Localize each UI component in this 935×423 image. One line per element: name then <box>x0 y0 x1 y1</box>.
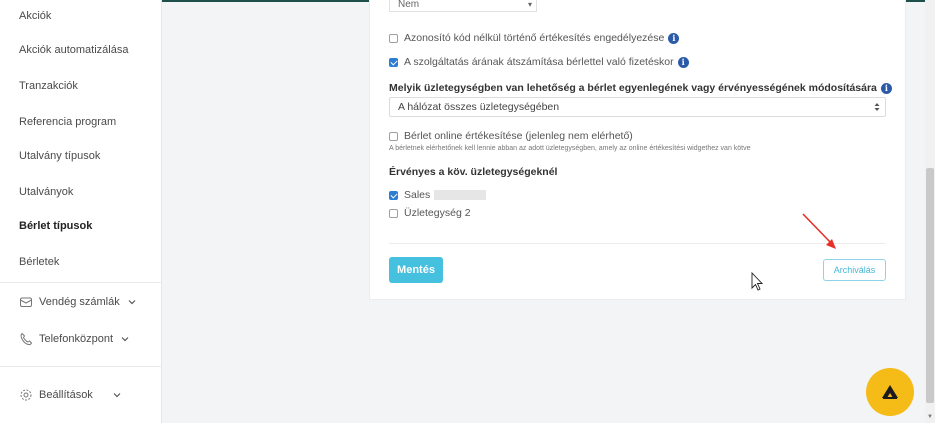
heading-text: Érvényes a köv. üzletegységeknél <box>389 166 558 178</box>
info-icon[interactable]: i <box>668 32 680 44</box>
option-label: A szolgáltatás árának átszámítása bérlet… <box>404 56 674 68</box>
receipt-icon <box>20 297 32 307</box>
modify-location-select[interactable]: A hálózat összes üzletegységében <box>389 97 886 117</box>
sidebar-item-label: Bérlet típusok <box>19 220 93 232</box>
sidebar-item-referencia-program[interactable]: Referencia program <box>19 116 116 128</box>
chevron-down-icon <box>113 393 121 398</box>
modify-location-value: A hálózat összes üzletegységében <box>398 101 560 113</box>
chevron-down-icon <box>128 300 136 305</box>
sidebar-divider <box>0 282 162 283</box>
sidebar-item-akciok[interactable]: Akciók <box>19 10 51 22</box>
form-divider <box>389 243 886 244</box>
save-button[interactable]: Mentés <box>389 257 443 283</box>
valid-units-heading: Érvényes a köv. üzletegységeknél <box>389 166 557 178</box>
sidebar-item-label: Akciók automatizálása <box>19 44 129 56</box>
option-label: Bérlet online értékesítése (jelenleg nem… <box>404 130 633 142</box>
recalc-price-checkbox[interactable] <box>389 57 398 67</box>
sidebar-item-utalvany-tipusok[interactable]: Utalvány típusok <box>19 150 100 162</box>
sidebar-group-telefonkozpont[interactable]: Telefonközpont <box>19 332 129 346</box>
unit-2-checkbox[interactable] <box>389 208 398 218</box>
sidebar-group-vendeg-szamlak[interactable]: Vendég számlák <box>19 295 136 309</box>
gear-icon <box>20 389 32 401</box>
select-arrows-icon <box>874 103 880 111</box>
unit-sales: Sales <box>389 189 487 201</box>
unit-sales-checkbox[interactable] <box>389 190 398 200</box>
sidebar-item-label: Utalványok <box>19 186 74 198</box>
sidebar-item-utalvanyok[interactable]: Utalványok <box>19 186 73 198</box>
sidebar-item-label: Bérletek <box>19 256 60 268</box>
info-icon[interactable]: i <box>677 56 689 68</box>
sidebar-divider <box>0 366 162 367</box>
sidebar-item-label: Tranzakciók <box>19 80 78 92</box>
sidebar-group-label: Telefonközpont <box>39 333 113 345</box>
top-select-value: Nem <box>398 0 420 10</box>
archive-button[interactable]: Archiválás <box>823 259 886 281</box>
sidebar-group-label: Beállítások <box>39 389 93 401</box>
sidebar: Akciók Akciók automatizálása Tranzakciók… <box>0 0 162 423</box>
sidebar-group-beallitasok[interactable]: Beállítások <box>19 388 121 402</box>
no-id-redeem-checkbox[interactable] <box>389 33 398 43</box>
redacted-text <box>434 190 487 200</box>
sidebar-item-label: Akciók <box>19 10 52 22</box>
top-select[interactable]: Nem ▾ <box>389 0 537 12</box>
unit-label: Sales <box>404 189 431 201</box>
help-fab-button[interactable] <box>866 368 914 416</box>
caret-icon: ▾ <box>527 0 532 9</box>
phone-icon <box>20 332 33 346</box>
option-label: Azonosító kód nélkül történő értékesítés… <box>404 32 665 44</box>
sidebar-item-akciok-automatizalasa[interactable]: Akciók automatizálása <box>19 44 128 56</box>
online-redeem-checkbox[interactable] <box>389 131 398 141</box>
scrollbar-thumb[interactable] <box>926 168 934 403</box>
option-no-id-redeem: Azonosító kód nélkül történő értékesítés… <box>389 32 680 44</box>
page-scrollbar[interactable]: ▼ <box>925 0 935 423</box>
online-redeem-hint: A bérletnek elérhetőnek kell lennie abba… <box>389 145 751 152</box>
unit-uzletegyseg-2: Üzletegység 2 <box>389 207 471 219</box>
option-online-redeem: Bérlet online értékesítése (jelenleg nem… <box>389 130 633 142</box>
sidebar-item-tranzakciok[interactable]: Tranzakciók <box>19 80 78 92</box>
sidebar-item-berletek[interactable]: Bérletek <box>19 256 59 268</box>
sidebar-item-berlet-tipusok[interactable]: Bérlet típusok <box>19 220 92 232</box>
sidebar-group-label: Vendég számlák <box>39 296 120 308</box>
logo-icon <box>882 385 898 399</box>
unit-label: Üzletegység 2 <box>404 207 471 219</box>
heading-text: Melyik üzletegységben van lehetőség a bé… <box>389 82 877 94</box>
option-recalc-price: A szolgáltatás árának átszámítása bérlet… <box>389 56 689 68</box>
info-icon[interactable]: i <box>880 82 892 94</box>
sidebar-item-label: Utalvány típusok <box>19 150 101 162</box>
scroll-down-arrow-icon[interactable]: ▼ <box>927 414 933 420</box>
sidebar-item-label: Referencia program <box>19 116 117 128</box>
modify-location-heading: Melyik üzletegységben van lehetőség a bé… <box>389 82 892 94</box>
chevron-down-icon <box>121 337 129 342</box>
